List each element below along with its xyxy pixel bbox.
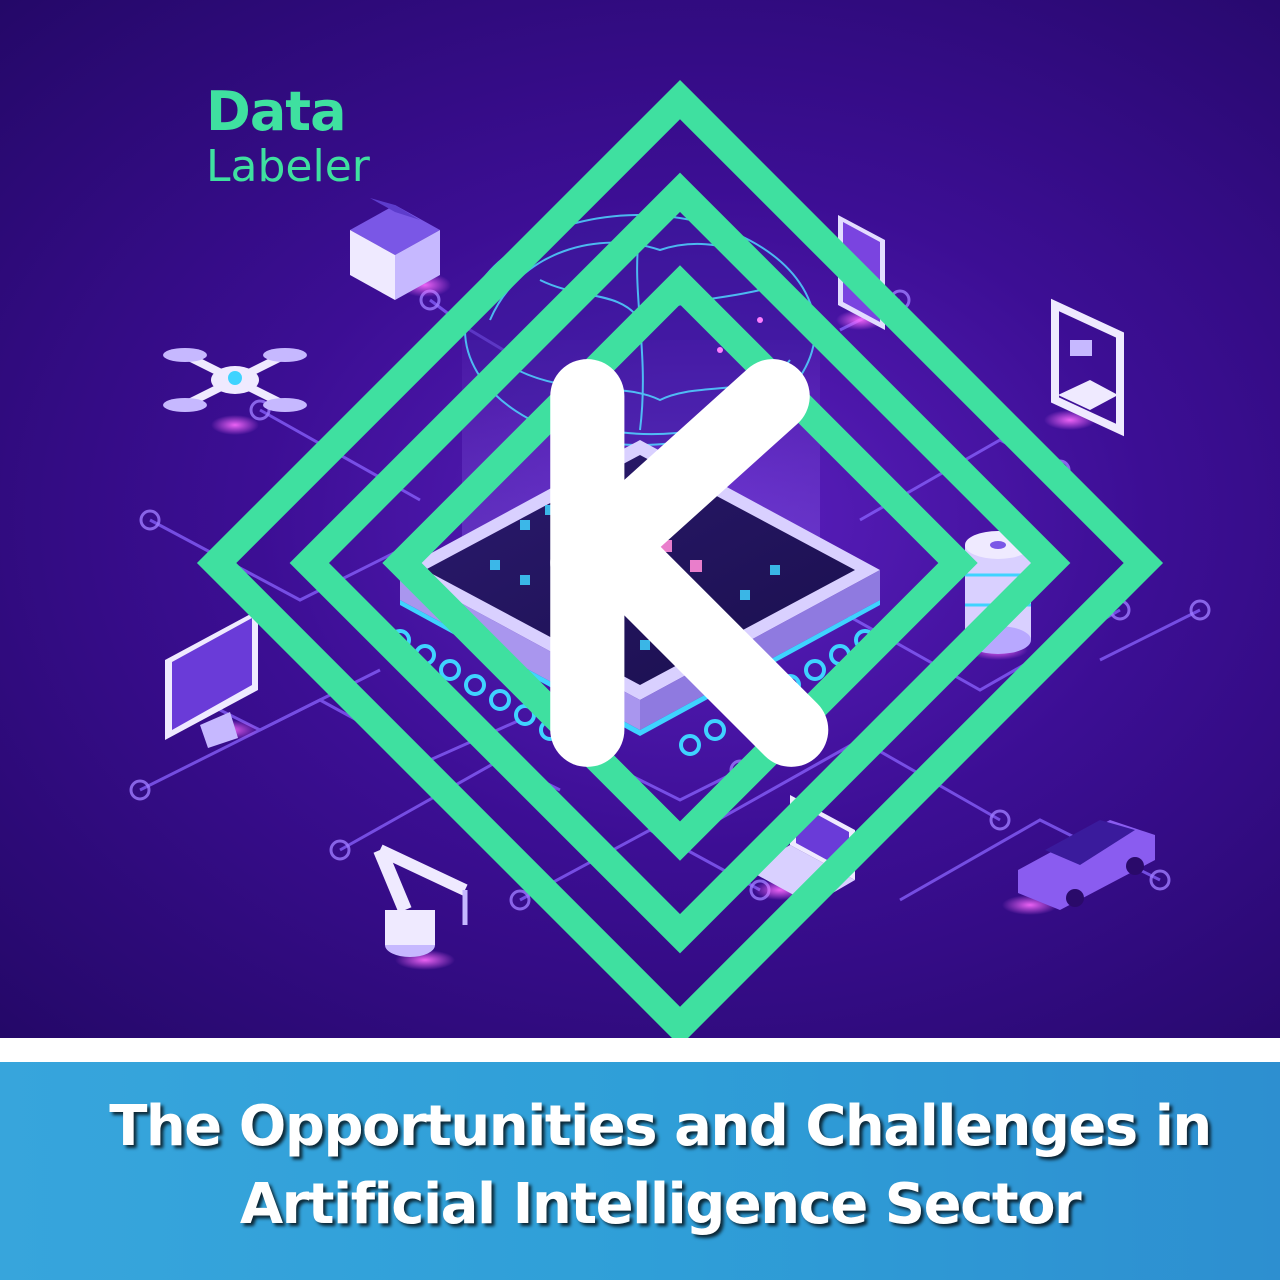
brand-name-primary: Data xyxy=(206,80,347,143)
brand-logo: Data Labeler xyxy=(40,44,1164,1038)
banner-title: The Opportunities and Challenges in Arti… xyxy=(109,1094,1212,1237)
banner-divider xyxy=(0,1038,1280,1062)
diamond-k-logo-icon xyxy=(196,79,1164,1038)
hero-illustration: Data Labeler xyxy=(0,0,1280,1038)
brand-name-secondary: Labeler xyxy=(206,141,370,192)
title-banner: The Opportunities and Challenges in Arti… xyxy=(0,1062,1280,1280)
